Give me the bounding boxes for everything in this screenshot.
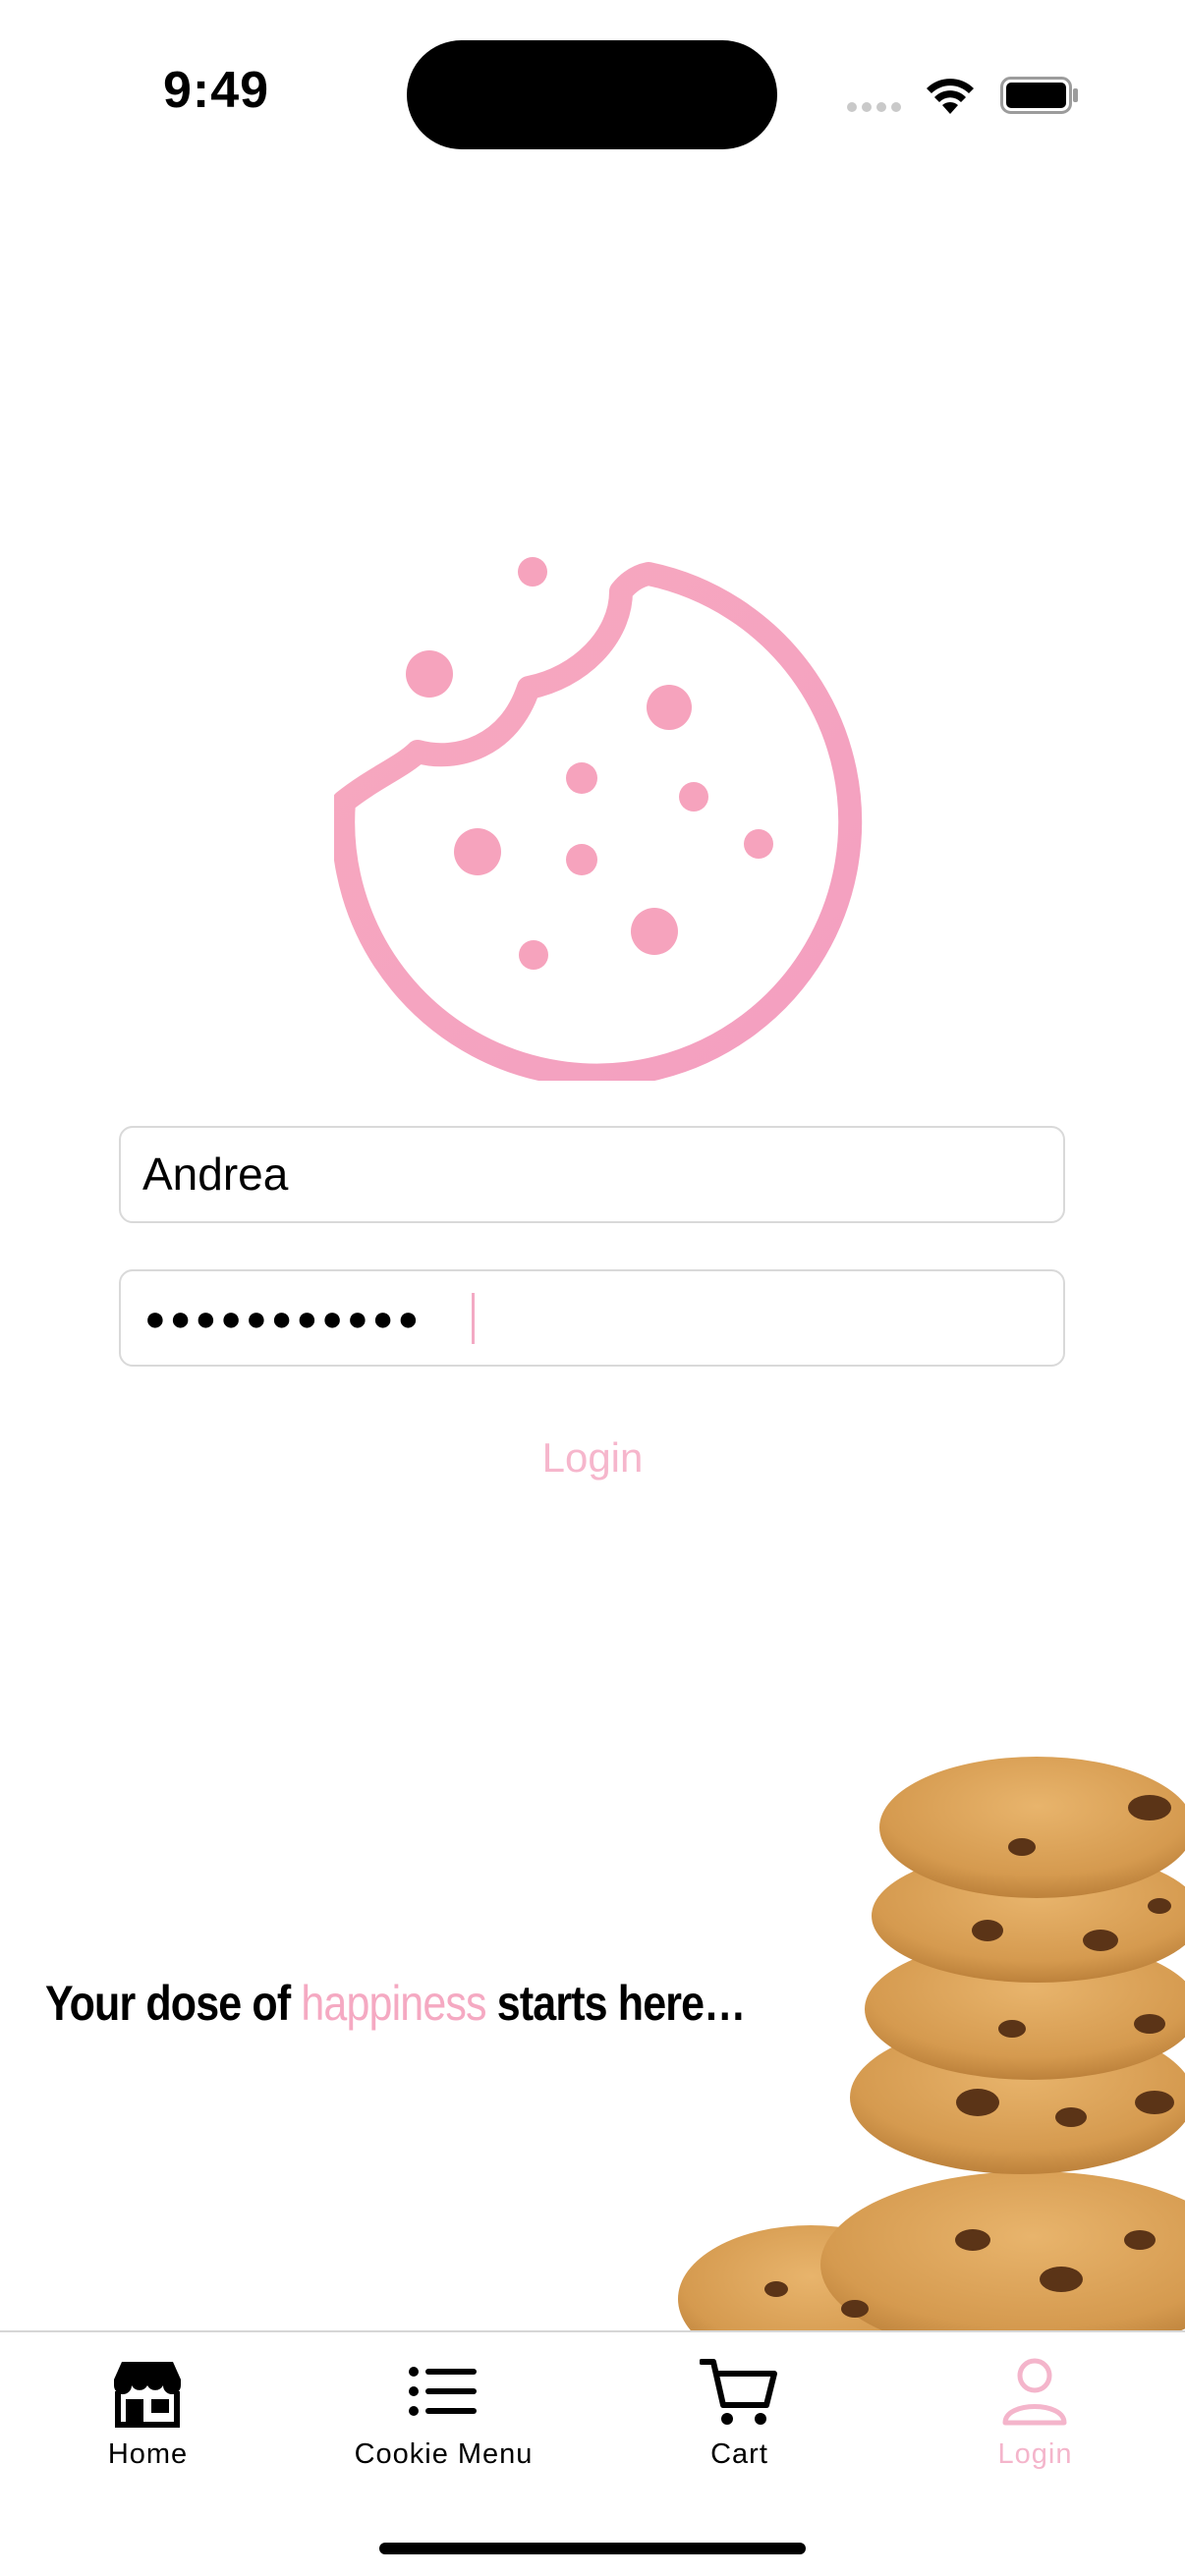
cookie-stack-image [678,1757,1185,2332]
list-icon [409,2367,477,2416]
tagline: Your dose of happiness starts here… [45,1975,746,2032]
tagline-start: Your dose of [45,1976,302,2031]
password-field[interactable]: ●●●●●●●●●●● [119,1269,1065,1367]
wifi-icon [927,79,974,114]
password-masked-value: ●●●●●●●●●●● [144,1298,423,1338]
username-value: Andrea [142,1148,289,1200]
tab-cart-label: Cart [710,2438,768,2470]
tab-cookie-menu-label: Cookie Menu [354,2438,534,2470]
tab-cart[interactable]: Cart [592,2332,887,2490]
login-button[interactable]: Login [445,1423,740,1493]
cart-icon [700,2359,777,2425]
text-caret [472,1293,475,1344]
battery-icon [1000,77,1078,114]
dynamic-island [407,40,777,149]
tab-home-label: Home [107,2438,189,2470]
tab-bar: Home Cookie Menu Cart Login [0,2330,1185,2576]
tab-login[interactable]: Login [887,2332,1183,2490]
tab-cookie-menu[interactable]: Cookie Menu [296,2332,592,2490]
storefront-icon [114,2362,181,2428]
cookie-logo-icon [334,557,863,1081]
tagline-highlight: happiness [301,1976,486,2031]
status-time: 9:49 [162,62,270,119]
username-field[interactable]: Andrea [119,1126,1065,1223]
tab-home[interactable]: Home [0,2332,296,2490]
tab-login-label: Login [997,2438,1073,2470]
home-indicator[interactable] [379,2543,806,2554]
person-icon [1002,2358,1067,2426]
